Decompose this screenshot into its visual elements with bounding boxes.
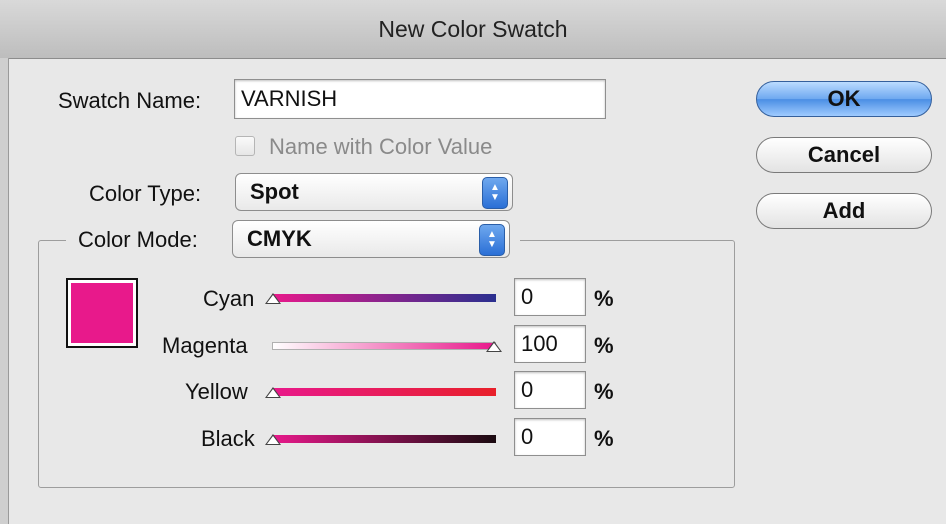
cyan-percent: %	[594, 286, 614, 311]
color-type-label: Color Type:	[89, 181, 202, 206]
magenta-input[interactable]: 100	[514, 325, 586, 363]
color-type-select[interactable]: Spot ▲ ▼	[235, 173, 513, 211]
black-slider[interactable]	[272, 435, 496, 443]
cyan-slider[interactable]	[272, 294, 496, 302]
black-percent: %	[594, 426, 614, 451]
swatch-name-label: Swatch Name:	[58, 88, 202, 113]
window-frame-left	[0, 58, 9, 524]
name-with-color-value-label: Name with Color Value	[269, 134, 493, 159]
yellow-slider-thumb[interactable]	[265, 387, 281, 398]
yellow-input[interactable]: 0	[514, 371, 586, 409]
magenta-percent: %	[594, 333, 614, 358]
magenta-label: Magenta	[162, 333, 248, 358]
color-mode-select[interactable]: CMYK ▲ ▼	[232, 220, 510, 258]
color-mode-label: Color Mode:	[78, 227, 198, 252]
swatch-name-input[interactable]: VARNISH	[234, 79, 606, 119]
color-mode-group	[38, 240, 735, 488]
ok-button[interactable]: OK	[756, 81, 932, 117]
cyan-label: Cyan	[203, 286, 255, 311]
color-preview-swatch	[66, 278, 138, 348]
color-type-value: Spot	[250, 179, 299, 204]
magenta-slider-thumb[interactable]	[486, 341, 502, 352]
yellow-slider[interactable]	[272, 388, 496, 396]
yellow-label: Yellow	[185, 379, 248, 404]
updown-arrows-icon: ▲ ▼	[482, 177, 508, 209]
window-title: New Color Swatch	[0, 0, 946, 59]
black-slider-thumb[interactable]	[265, 434, 281, 445]
cancel-button[interactable]: Cancel	[756, 137, 932, 173]
color-mode-value: CMYK	[247, 226, 312, 251]
magenta-slider[interactable]	[272, 342, 496, 350]
cyan-input[interactable]: 0	[514, 278, 586, 316]
name-with-color-value-checkbox[interactable]	[235, 136, 255, 156]
updown-arrows-icon: ▲ ▼	[479, 224, 505, 256]
add-button[interactable]: Add	[756, 193, 932, 229]
black-input[interactable]: 0	[514, 418, 586, 456]
color-preview-fill	[71, 283, 133, 343]
cyan-slider-thumb[interactable]	[265, 293, 281, 304]
black-label: Black	[201, 426, 255, 451]
yellow-percent: %	[594, 379, 614, 404]
